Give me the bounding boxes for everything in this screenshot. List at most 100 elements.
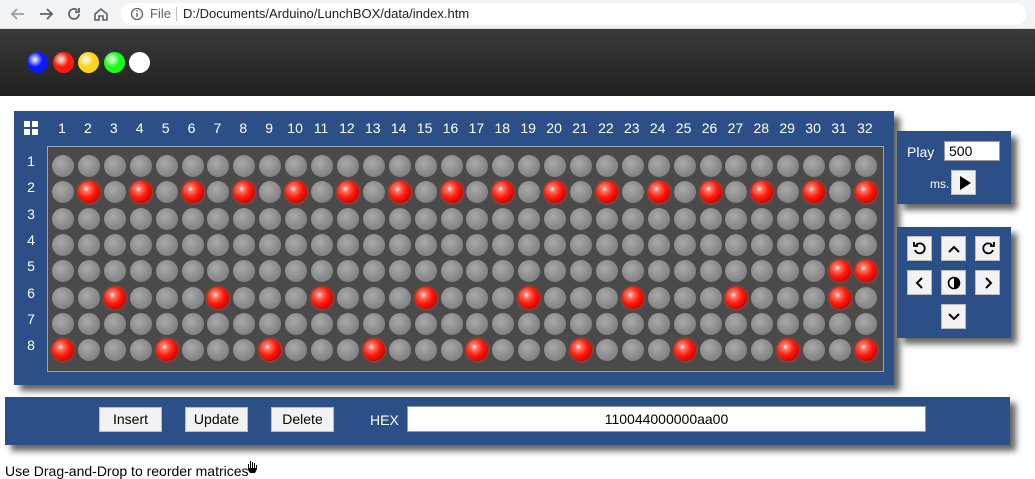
led-cell[interactable]	[466, 181, 489, 204]
led-cell[interactable]	[595, 312, 618, 335]
led-cell[interactable]	[777, 260, 800, 283]
led-cell[interactable]	[362, 260, 385, 283]
led-cell[interactable]	[155, 181, 178, 204]
row-label[interactable]: 7	[24, 311, 38, 327]
select-all-grid-icon[interactable]	[24, 121, 38, 135]
column-label[interactable]: 23	[620, 120, 644, 136]
column-label[interactable]: 31	[827, 120, 851, 136]
led-cell[interactable]	[854, 260, 877, 283]
rotate-left-button[interactable]	[907, 236, 932, 261]
led-cell[interactable]	[181, 155, 204, 177]
led-cell[interactable]	[362, 286, 385, 309]
led-cell[interactable]	[466, 207, 489, 230]
led-cell[interactable]	[699, 207, 722, 230]
column-label[interactable]: 12	[335, 120, 359, 136]
led-cell[interactable]	[570, 155, 592, 177]
led-cell[interactable]	[414, 155, 437, 177]
shift-down-button[interactable]	[941, 304, 966, 329]
led-cell[interactable]	[803, 207, 826, 230]
led-cell[interactable]	[492, 339, 515, 362]
led-cell[interactable]	[518, 207, 541, 230]
led-cell[interactable]	[518, 233, 541, 256]
led-cell[interactable]	[207, 207, 230, 230]
led-cell[interactable]	[621, 181, 644, 204]
delete-button[interactable]: Delete	[271, 407, 334, 432]
led-cell[interactable]	[854, 312, 877, 335]
led-cell[interactable]	[854, 339, 877, 362]
column-label[interactable]: 14	[387, 120, 411, 136]
led-cell[interactable]	[285, 286, 308, 309]
led-cell[interactable]	[155, 155, 178, 177]
led-cell[interactable]	[466, 286, 489, 309]
led-cell[interactable]	[52, 233, 74, 256]
column-label[interactable]: 32	[853, 120, 877, 136]
led-cell[interactable]	[311, 233, 333, 256]
led-cell[interactable]	[854, 233, 877, 256]
led-cell[interactable]	[829, 207, 851, 230]
led-cell[interactable]	[673, 155, 696, 177]
led-cell[interactable]	[129, 181, 152, 204]
update-button[interactable]: Update	[185, 407, 248, 432]
column-label[interactable]: 5	[154, 120, 178, 136]
row-label[interactable]: 8	[24, 337, 38, 353]
led-cell[interactable]	[595, 207, 618, 230]
led-cell[interactable]	[52, 155, 74, 177]
led-cell[interactable]	[129, 286, 152, 309]
led-cell[interactable]	[803, 260, 826, 283]
row-label[interactable]: 1	[24, 153, 38, 169]
led-cell[interactable]	[854, 207, 877, 230]
led-cell[interactable]	[414, 181, 437, 204]
led-cell[interactable]	[77, 207, 100, 230]
led-cell[interactable]	[52, 312, 74, 335]
led-cell[interactable]	[570, 286, 592, 309]
led-cell[interactable]	[595, 339, 618, 362]
led-cell[interactable]	[595, 155, 618, 177]
led-cell[interactable]	[492, 181, 515, 204]
led-cell[interactable]	[336, 155, 359, 177]
led-cell[interactable]	[336, 233, 359, 256]
led-cell[interactable]	[570, 181, 592, 204]
led-cell[interactable]	[233, 312, 256, 335]
led-cell[interactable]	[829, 312, 851, 335]
led-cell[interactable]	[129, 207, 152, 230]
invert-button[interactable]	[941, 270, 966, 295]
led-cell[interactable]	[777, 312, 800, 335]
led-cell[interactable]	[647, 181, 670, 204]
led-cell[interactable]	[103, 339, 126, 362]
led-cell[interactable]	[259, 155, 282, 177]
led-cell[interactable]	[699, 260, 722, 283]
column-label[interactable]: 28	[749, 120, 773, 136]
led-cell[interactable]	[259, 286, 282, 309]
led-cell[interactable]	[362, 312, 385, 335]
led-cell[interactable]	[803, 286, 826, 309]
led-cell[interactable]	[181, 233, 204, 256]
led-cell[interactable]	[388, 260, 411, 283]
led-cell[interactable]	[518, 286, 541, 309]
column-label[interactable]: 22	[594, 120, 618, 136]
led-cell[interactable]	[777, 181, 800, 204]
led-cell[interactable]	[285, 312, 308, 335]
led-cell[interactable]	[388, 312, 411, 335]
led-cell[interactable]	[725, 207, 748, 230]
led-cell[interactable]	[751, 286, 774, 309]
led-cell[interactable]	[440, 207, 463, 230]
row-label[interactable]: 3	[24, 206, 38, 222]
led-cell[interactable]	[336, 260, 359, 283]
led-cell[interactable]	[751, 312, 774, 335]
column-label[interactable]: 18	[490, 120, 514, 136]
led-cell[interactable]	[388, 339, 411, 362]
led-cell[interactable]	[103, 260, 126, 283]
led-cell[interactable]	[570, 233, 592, 256]
row-label[interactable]: 2	[24, 179, 38, 195]
led-cell[interactable]	[259, 312, 282, 335]
led-cell[interactable]	[595, 260, 618, 283]
led-cell[interactable]	[52, 339, 74, 362]
led-cell[interactable]	[285, 233, 308, 256]
url-text[interactable]: D:/Documents/Arduino/LunchBOX/data/index…	[183, 3, 469, 25]
led-cell[interactable]	[699, 312, 722, 335]
led-cell[interactable]	[440, 286, 463, 309]
led-cell[interactable]	[829, 339, 851, 362]
led-cell[interactable]	[155, 233, 178, 256]
led-cell[interactable]	[544, 312, 567, 335]
led-cell[interactable]	[388, 233, 411, 256]
